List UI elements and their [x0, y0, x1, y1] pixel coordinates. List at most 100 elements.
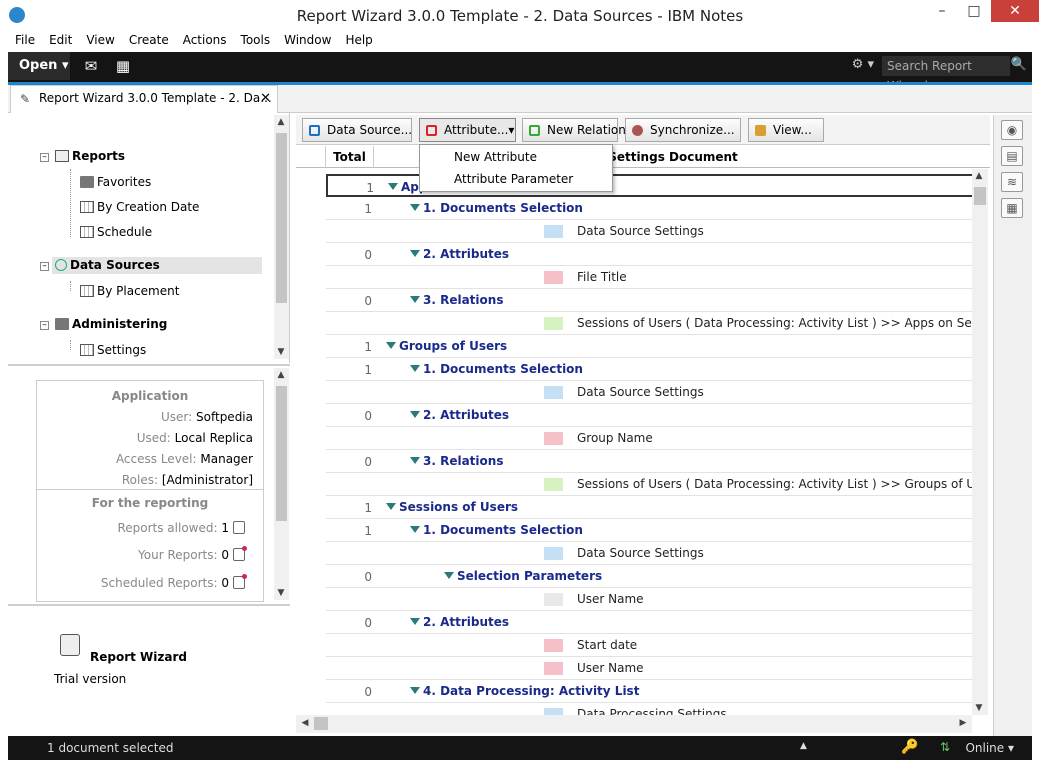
scroll-thumb[interactable]: [276, 133, 287, 303]
tools-dropdown-icon[interactable]: ⚙ ▾: [852, 57, 874, 72]
category-row[interactable]: 1 Groups of Users: [326, 335, 972, 358]
nav-settings[interactable]: Settings: [80, 343, 146, 357]
menu-attribute-parameter[interactable]: Attribute Parameter: [454, 172, 573, 186]
scroll-thumb[interactable]: [314, 717, 328, 730]
close-tab-icon[interactable]: ✕: [260, 91, 271, 106]
row-category-label: 2. Attributes: [410, 615, 509, 629]
scroll-thumb[interactable]: [974, 187, 986, 205]
nav-administering[interactable]: – Administering: [40, 317, 167, 331]
nav-data-sources[interactable]: – Data Sources: [40, 258, 160, 272]
expand-triangle-icon[interactable]: [410, 250, 420, 257]
expand-triangle-icon[interactable]: [386, 342, 396, 349]
scroll-right-icon[interactable]: ▶: [956, 718, 970, 728]
search-icon[interactable]: 🔍: [1011, 57, 1027, 72]
expand-triangle-icon[interactable]: [410, 457, 420, 464]
nav-reports[interactable]: – Reports: [40, 149, 125, 163]
horizontal-scrollbar[interactable]: ◀ ▶: [296, 715, 972, 733]
expand-triangle-icon[interactable]: [410, 411, 420, 418]
close-button[interactable]: ✕: [991, 0, 1039, 22]
menu-view[interactable]: View: [86, 31, 114, 47]
expand-triangle-icon[interactable]: [388, 183, 398, 190]
scroll-down-icon[interactable]: ▼: [274, 347, 288, 357]
scroll-up-icon[interactable]: ▲: [972, 171, 986, 181]
scroll-up-icon[interactable]: ▲: [274, 117, 288, 127]
expand-triangle-icon[interactable]: [410, 618, 420, 625]
category-row[interactable]: 0 2. Attributes: [326, 404, 972, 427]
category-row[interactable]: 0 2. Attributes: [326, 243, 972, 266]
menu-file[interactable]: File: [15, 31, 35, 47]
header-total[interactable]: Total: [326, 146, 374, 168]
expand-triangle-icon[interactable]: [410, 687, 420, 694]
online-status-dropdown[interactable]: Online ▾: [965, 741, 1014, 755]
attribute-button[interactable]: Attribute...▾: [419, 118, 516, 142]
category-row[interactable]: 1 1. Documents Selection: [326, 519, 972, 542]
scroll-left-icon[interactable]: ◀: [298, 718, 312, 728]
feed-icon[interactable]: ≋: [1001, 172, 1023, 192]
expand-triangle-icon[interactable]: [444, 572, 454, 579]
document-row[interactable]: Data Source Settings: [326, 542, 972, 565]
scroll-thumb[interactable]: [276, 386, 287, 521]
category-row[interactable]: 1 1. Documents Selection: [326, 197, 972, 220]
document-row[interactable]: Data Processing Settings: [326, 703, 972, 715]
menu-actions[interactable]: Actions: [183, 31, 227, 47]
scroll-down-icon[interactable]: ▼: [972, 703, 986, 713]
category-row[interactable]: 0 Selection Parameters: [326, 565, 972, 588]
document-row[interactable]: User Name: [326, 588, 972, 611]
expand-triangle-icon[interactable]: [410, 204, 420, 211]
menu-new-attribute[interactable]: New Attribute: [454, 150, 537, 164]
search-input[interactable]: Search Report Wizard: [882, 56, 1010, 93]
expand-triangle-icon[interactable]: [410, 365, 420, 372]
document-row[interactable]: File Title: [326, 266, 972, 289]
expand-triangle-icon[interactable]: [410, 296, 420, 303]
category-row[interactable]: 1 1. Documents Selection: [326, 358, 972, 381]
scroll-down-icon[interactable]: ▼: [274, 588, 288, 598]
window-title: Report Wizard 3.0.0 Template - 2. Data S…: [296, 7, 744, 25]
calendar-icon[interactable]: ▦: [114, 57, 132, 75]
tab-report-wizard[interactable]: ✎ Report Wizard 3.0.0 Template - 2. Da..…: [10, 85, 278, 114]
collapse-icon[interactable]: –: [40, 321, 49, 330]
key-icon[interactable]: 🔑: [901, 739, 918, 755]
category-row[interactable]: 1 Sessions of Users: [326, 496, 972, 519]
calendar-icon[interactable]: ▦: [1001, 198, 1023, 218]
synchronize-button[interactable]: Synchronize...: [625, 118, 741, 142]
maximize-button[interactable]: □: [958, 0, 990, 22]
new-relation-button[interactable]: New Relation: [522, 118, 626, 142]
document-row[interactable]: User Name: [326, 657, 972, 680]
document-row[interactable]: Start date: [326, 634, 972, 657]
category-row[interactable]: 0 4. Data Processing: Activity List: [326, 680, 972, 703]
status-expand-icon[interactable]: ▲: [800, 741, 807, 751]
menu-create[interactable]: Create: [129, 31, 169, 47]
document-row[interactable]: Sessions of Users ( Data Processing: Act…: [326, 473, 972, 496]
category-row[interactable]: 0 2. Attributes: [326, 611, 972, 634]
minimize-button[interactable]: –: [926, 0, 958, 22]
chat-icon[interactable]: ◉: [1001, 120, 1023, 140]
document-row[interactable]: Data Source Settings: [326, 381, 972, 404]
network-icon[interactable]: ⇅: [940, 740, 950, 754]
document-row[interactable]: Data Source Settings: [326, 220, 972, 243]
collapse-icon[interactable]: –: [40, 153, 49, 162]
view-scrollbar[interactable]: ▲ ▼: [972, 169, 988, 715]
menu-help[interactable]: Help: [345, 31, 372, 47]
expand-triangle-icon[interactable]: [410, 526, 420, 533]
nav-by-creation-date[interactable]: By Creation Date: [80, 200, 199, 214]
briefcase-icon[interactable]: ▤: [1001, 146, 1023, 166]
menu-tools[interactable]: Tools: [241, 31, 271, 47]
expand-triangle-icon[interactable]: [386, 503, 396, 510]
data-source-button[interactable]: Data Source...: [302, 118, 412, 142]
scroll-up-icon[interactable]: ▲: [274, 370, 288, 380]
collapse-icon[interactable]: –: [40, 262, 49, 271]
open-button[interactable]: Open ▾: [8, 52, 70, 80]
nav-by-placement[interactable]: By Placement: [80, 284, 179, 298]
nav-favorites[interactable]: Favorites: [80, 175, 151, 189]
category-row[interactable]: 0 3. Relations: [326, 450, 972, 473]
envelope-icon[interactable]: ✉: [82, 57, 100, 75]
category-row[interactable]: 0 3. Relations: [326, 289, 972, 312]
menu-edit[interactable]: Edit: [49, 31, 72, 47]
nav-scrollbar[interactable]: ▲ ▼: [274, 115, 289, 359]
nav-schedule[interactable]: Schedule: [80, 225, 152, 239]
info-scrollbar[interactable]: ▲ ▼: [274, 368, 289, 600]
document-row[interactable]: Sessions of Users ( Data Processing: Act…: [326, 312, 972, 335]
document-row[interactable]: Group Name: [326, 427, 972, 450]
view-button[interactable]: View...: [748, 118, 824, 142]
menu-window[interactable]: Window: [284, 31, 331, 47]
